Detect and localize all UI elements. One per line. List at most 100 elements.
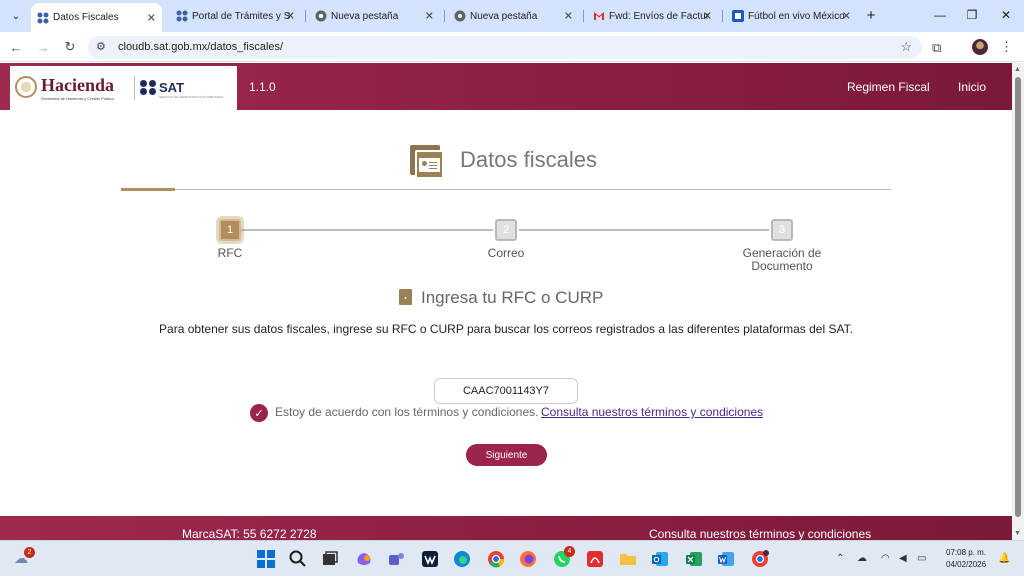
onedrive-icon[interactable]: ☁: [857, 553, 867, 564]
reload-button[interactable]: ↻: [61, 38, 79, 56]
edge-icon[interactable]: [452, 549, 472, 569]
webex-icon[interactable]: [420, 549, 440, 569]
profile-avatar[interactable]: [972, 39, 988, 55]
logo-sat-text: SAT: [159, 80, 185, 95]
terms-checkbox[interactable]: ✓: [250, 404, 268, 422]
close-tab-icon[interactable]: ✕: [286, 10, 295, 23]
chrome-profile-icon[interactable]: [750, 549, 770, 569]
step-2-label: Correo: [487, 246, 525, 260]
browser-menu-icon[interactable]: ⋮: [1000, 39, 1013, 55]
step-3-indicator: 3: [771, 219, 793, 241]
rfc-curp-input[interactable]: [434, 378, 578, 404]
whatsapp-badge: 4: [564, 546, 575, 557]
logo-divider: [134, 76, 135, 100]
tab-search-button[interactable]: ⌄: [6, 6, 26, 26]
step-1-label: RFC: [217, 246, 243, 260]
clock[interactable]: 07:08 p. m. 04/02/2026: [946, 547, 986, 571]
show-hidden-icons-chevron[interactable]: ⌃: [836, 553, 844, 564]
logo-hacienda-subtitle: Secretaría de Hacienda y Crédito Público: [41, 96, 115, 101]
tab-portal-tramites[interactable]: Portal de Trámites y S ✕: [170, 5, 301, 27]
close-window-button[interactable]: ✕: [996, 6, 1016, 24]
volume-icon[interactable]: ◀: [899, 553, 907, 564]
tab-datos-fiscales[interactable]: Datos Fiscales ✕: [31, 3, 162, 32]
page-scrollbar[interactable]: ▲ ▼: [1012, 63, 1024, 540]
forward-button[interactable]: →: [34, 38, 52, 56]
weather-badge: 2: [24, 547, 35, 558]
teams-icon[interactable]: [386, 549, 406, 569]
footer-phone: MarcaSAT: 55 6272 2728: [182, 527, 317, 540]
tab-strip: ⌄ Datos Fiscales ✕ Portal de Trámites y …: [0, 0, 1024, 32]
site-info-icon[interactable]: ⚙: [96, 40, 106, 53]
next-button[interactable]: Siguiente: [466, 444, 547, 466]
close-tab-icon[interactable]: ✕: [842, 10, 851, 23]
search-icon[interactable]: [288, 549, 308, 569]
step-3-label: Generación de Documento: [742, 246, 822, 273]
tab-new-tab-1[interactable]: Nueva pestaña ✕: [309, 5, 440, 27]
stepper-line: [241, 229, 493, 231]
tab-label: Portal de Trámites y S: [192, 10, 291, 22]
step-1-indicator: 1: [219, 219, 241, 241]
outlook-icon[interactable]: [650, 549, 670, 569]
intro-text: Para obtener sus datos fiscales, ingrese…: [159, 322, 853, 336]
footer-terms-link[interactable]: Consulta nuestros términos y condiciones: [649, 527, 871, 540]
taskbar: ☁ 2 4 ⌃ ☁ ◠ ◀ ▭ 07:08 p. m. 04/02/2026 🔔: [0, 540, 1024, 576]
scroll-down-icon[interactable]: ▼: [1014, 530, 1021, 537]
logo-hacienda-text: Hacienda: [41, 75, 115, 95]
site-footer: MarcaSAT: 55 6272 2728 Consulta nuestros…: [0, 516, 1012, 540]
tab-label: Fútbol en vivo México: [748, 10, 845, 22]
tab-label: Datos Fiscales: [53, 12, 119, 23]
tab-label: Nueva pestaña: [331, 10, 399, 22]
title-divider: [121, 189, 891, 190]
close-tab-icon[interactable]: ✕: [703, 10, 712, 23]
task-view-icon[interactable]: [320, 549, 340, 569]
tab-separator: [583, 10, 584, 22]
excel-icon[interactable]: [684, 549, 704, 569]
minimize-button[interactable]: —: [930, 6, 950, 24]
gmail-icon: [594, 12, 604, 20]
tab-separator: [305, 10, 306, 22]
sat-logo-icon: [140, 80, 158, 96]
mexico-seal-icon: [15, 76, 37, 98]
firefox-icon[interactable]: [518, 549, 538, 569]
close-tab-icon[interactable]: ✕: [147, 11, 156, 24]
terms-link[interactable]: Consulta nuestros términos y condiciones: [541, 405, 763, 419]
terms-label: Estoy de acuerdo con los términos y cond…: [275, 405, 539, 419]
copilot-icon[interactable]: [354, 549, 374, 569]
restore-button[interactable]: ❐: [962, 6, 982, 24]
file-explorer-icon[interactable]: [618, 549, 638, 569]
extensions-icon[interactable]: ⧉: [932, 40, 941, 56]
clock-time: 07:08 p. m.: [946, 548, 987, 557]
stepper-line: [519, 229, 769, 231]
page-title: Datos fiscales: [460, 147, 597, 172]
tab-separator: [722, 10, 723, 22]
new-tab-button[interactable]: +: [862, 6, 880, 24]
close-tab-icon[interactable]: ✕: [564, 10, 573, 23]
tab-futbol[interactable]: Fútbol en vivo México ✕: [726, 5, 857, 27]
close-tab-icon[interactable]: ✕: [425, 10, 434, 23]
title-divider-accent: [121, 188, 175, 191]
acrobat-icon[interactable]: [585, 549, 605, 569]
scrollbar-thumb[interactable]: [1015, 77, 1021, 517]
chrome-taskbar-icon[interactable]: [486, 549, 506, 569]
windows-start-icon[interactable]: [256, 549, 276, 569]
tab-label: Fwd: Envíos de Factur: [609, 10, 710, 22]
nav-inicio[interactable]: Inicio: [958, 80, 986, 94]
tab-separator: [444, 10, 445, 22]
browser-toolbar: ← → ↻ ⚙ cloudb.sat.gob.mx/datos_fiscales…: [0, 32, 1024, 62]
id-card-icon: [410, 145, 444, 179]
nav-regimen-fiscal[interactable]: Regimen Fiscal: [847, 80, 930, 94]
scroll-up-icon[interactable]: ▲: [1014, 66, 1021, 73]
tab-new-tab-2[interactable]: Nueva pestaña ✕: [448, 5, 579, 27]
wifi-icon[interactable]: ◠: [881, 553, 890, 564]
word-icon[interactable]: [716, 549, 736, 569]
step-2-indicator: 2: [495, 219, 517, 241]
bookmark-star-icon[interactable]: ☆: [900, 39, 912, 55]
sat-grid-icon: [37, 12, 49, 23]
address-bar[interactable]: ⚙ cloudb.sat.gob.mx/datos_fiscales/ ☆: [88, 36, 922, 59]
chrome-icon: [315, 10, 327, 22]
site-logo[interactable]: Hacienda Secretaría de Hacienda y Crédit…: [10, 66, 237, 110]
tab-gmail[interactable]: Fwd: Envíos de Factur ✕: [587, 5, 718, 27]
battery-icon[interactable]: ▭: [917, 553, 926, 564]
back-button[interactable]: ←: [7, 38, 25, 56]
notifications-icon[interactable]: 🔔: [998, 553, 1010, 564]
